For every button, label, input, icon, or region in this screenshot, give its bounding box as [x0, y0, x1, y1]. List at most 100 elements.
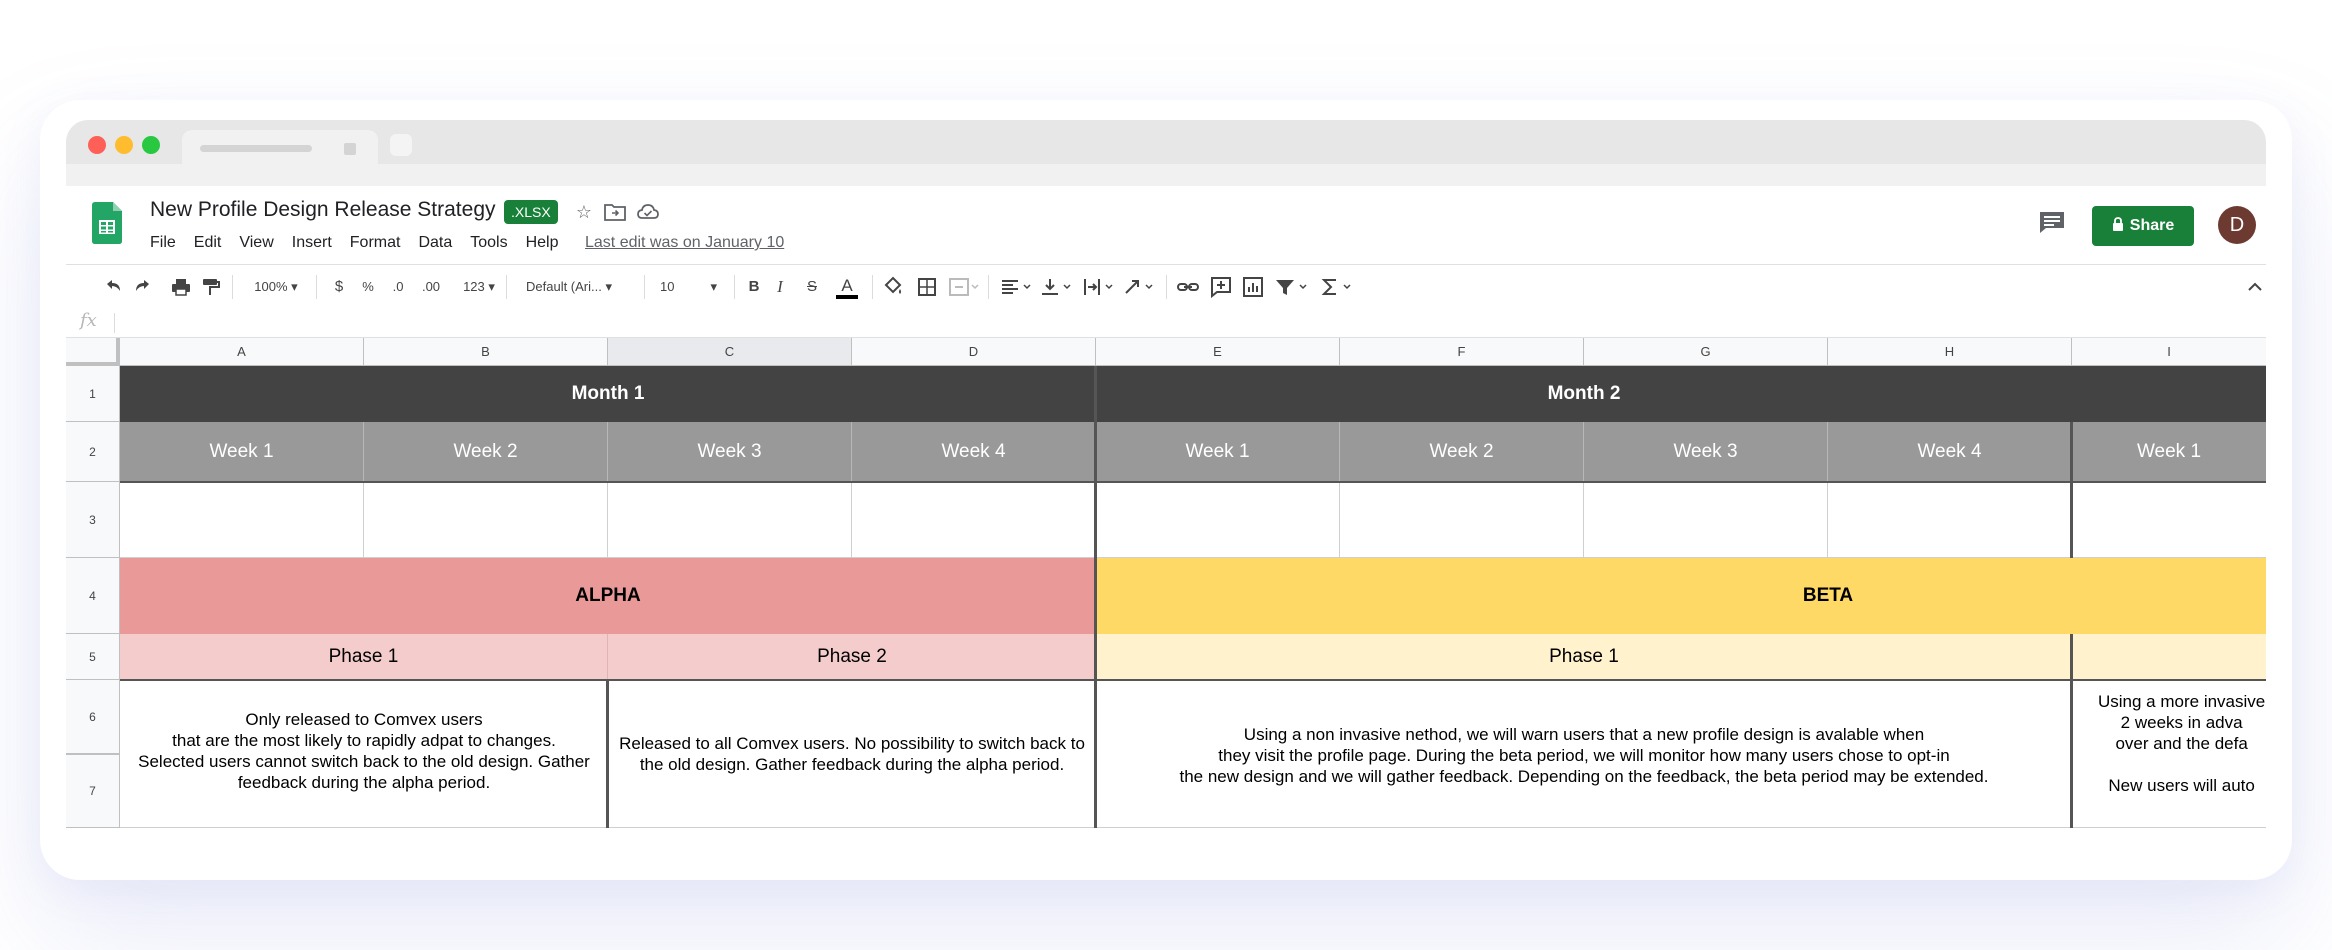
week-cell[interactable]: Week 2: [364, 422, 608, 482]
increase-decimal-button[interactable]: .00: [418, 275, 444, 299]
column-header-d[interactable]: D: [852, 338, 1096, 366]
row-header-7[interactable]: 7: [66, 754, 120, 828]
text-rotation-icon[interactable]: [1122, 275, 1156, 299]
empty-cell[interactable]: [1828, 483, 2072, 558]
month-3-header[interactable]: [2072, 366, 2266, 422]
menu-view[interactable]: View: [239, 234, 273, 252]
italic-button[interactable]: I: [772, 275, 788, 299]
beta-phase-2-cell[interactable]: [2072, 634, 2266, 680]
week-cell[interactable]: Week 4: [1828, 422, 2072, 482]
week-cell[interactable]: Week 2: [1340, 422, 1584, 482]
functions-icon[interactable]: [1320, 275, 1354, 299]
share-button[interactable]: Share: [2092, 206, 2194, 246]
insert-link-icon[interactable]: [1176, 275, 1200, 299]
month-1-header[interactable]: Month 1: [120, 366, 1096, 422]
empty-cell[interactable]: [364, 483, 608, 558]
sheets-logo-icon[interactable]: [92, 202, 122, 244]
column-header-f[interactable]: F: [1340, 338, 1584, 366]
text-color-button[interactable]: A: [836, 275, 858, 299]
empty-cell[interactable]: [1584, 483, 1828, 558]
month-2-header[interactable]: Month 2: [1096, 366, 2072, 422]
strikethrough-button[interactable]: S: [804, 275, 820, 299]
empty-cell[interactable]: [608, 483, 852, 558]
menu-help[interactable]: Help: [526, 234, 559, 252]
comment-history-icon[interactable]: [2038, 210, 2066, 234]
redo-icon[interactable]: [132, 275, 154, 299]
menu-insert[interactable]: Insert: [292, 234, 332, 252]
filter-icon[interactable]: [1274, 275, 1310, 299]
select-all-corner[interactable]: [66, 338, 120, 366]
column-header-g[interactable]: G: [1584, 338, 1828, 366]
menu-edit[interactable]: Edit: [194, 234, 222, 252]
column-header-a[interactable]: A: [120, 338, 364, 366]
close-window-button[interactable]: [88, 136, 106, 154]
menu-tools[interactable]: Tools: [470, 234, 507, 252]
week-cell[interactable]: Week 1: [2072, 422, 2266, 482]
beta-phase-2-description[interactable]: Using a more invasive 2 weeks in adva ov…: [2072, 681, 2266, 828]
beta-stage-cell[interactable]: BETA: [1096, 558, 2266, 634]
week-cell[interactable]: Week 1: [1096, 422, 1340, 482]
collapse-toolbar-icon[interactable]: [2246, 275, 2264, 299]
fill-color-icon[interactable]: [882, 275, 904, 299]
maximize-window-button[interactable]: [142, 136, 160, 154]
row-header-3[interactable]: 3: [66, 482, 120, 558]
week-cell[interactable]: Week 1: [120, 422, 364, 482]
document-title[interactable]: New Profile Design Release Strategy: [150, 198, 496, 222]
currency-format-button[interactable]: $: [332, 275, 346, 299]
empty-cell[interactable]: [1340, 483, 1584, 558]
new-tab-button[interactable]: [390, 134, 412, 156]
alpha-phase-2-description[interactable]: Released to all Comvex users. No possibi…: [608, 681, 1096, 828]
vertical-align-icon[interactable]: [1040, 275, 1074, 299]
undo-icon[interactable]: [102, 275, 124, 299]
empty-cell[interactable]: [852, 483, 1096, 558]
font-family-select[interactable]: Default (Ari... ▾: [526, 275, 636, 299]
week-cell[interactable]: Week 4: [852, 422, 1096, 482]
decrease-decimal-button[interactable]: .0: [388, 275, 408, 299]
empty-cell[interactable]: [2072, 483, 2266, 558]
column-header-i[interactable]: I: [2072, 338, 2266, 366]
row-header-5[interactable]: 5: [66, 634, 120, 680]
column-header-c[interactable]: C: [608, 338, 852, 366]
insert-chart-icon[interactable]: [1242, 275, 1264, 299]
zoom-select[interactable]: 100% ▾: [246, 275, 306, 299]
empty-cell[interactable]: [1096, 483, 1340, 558]
borders-icon[interactable]: [916, 275, 938, 299]
beta-phase-1-description[interactable]: Using a non invasive nethod, we will war…: [1096, 681, 2072, 828]
alpha-phase-2-cell[interactable]: Phase 2: [608, 634, 1096, 680]
last-edit-link[interactable]: Last edit was on January 10: [585, 234, 784, 252]
row-header-6[interactable]: 6: [66, 680, 120, 754]
row-header-2[interactable]: 2: [66, 422, 120, 482]
cloud-status-icon[interactable]: [637, 203, 659, 221]
row-header-1[interactable]: 1: [66, 366, 120, 422]
alpha-phase-1-description[interactable]: Only released to Comvex users that are t…: [120, 681, 608, 828]
menu-data[interactable]: Data: [418, 234, 452, 252]
column-header-e[interactable]: E: [1096, 338, 1340, 366]
empty-cell[interactable]: [120, 483, 364, 558]
more-formats-button[interactable]: 123 ▾: [460, 275, 498, 299]
row-header-4[interactable]: 4: [66, 558, 120, 634]
beta-phase-1-cell[interactable]: Phase 1: [1096, 634, 2072, 680]
column-header-b[interactable]: B: [364, 338, 608, 366]
alpha-phase-1-cell[interactable]: Phase 1: [120, 634, 608, 680]
column-header-h[interactable]: H: [1828, 338, 2072, 366]
paint-format-icon[interactable]: [200, 275, 222, 299]
font-size-select[interactable]: 10 ▾: [660, 275, 726, 299]
insert-comment-icon[interactable]: [1210, 275, 1232, 299]
minimize-window-button[interactable]: [115, 136, 133, 154]
menu-file[interactable]: File: [150, 234, 176, 252]
tab-close-icon[interactable]: [344, 143, 356, 155]
horizontal-align-icon[interactable]: [1000, 275, 1034, 299]
merge-cells-icon[interactable]: [948, 275, 980, 299]
week-cell[interactable]: Week 3: [608, 422, 852, 482]
week-cell[interactable]: Week 3: [1584, 422, 1828, 482]
menu-format[interactable]: Format: [350, 234, 401, 252]
alpha-stage-cell[interactable]: ALPHA: [120, 558, 1096, 634]
browser-tab[interactable]: [182, 130, 378, 166]
user-avatar[interactable]: D: [2218, 206, 2256, 244]
formula-input[interactable]: [122, 313, 2256, 333]
print-icon[interactable]: [170, 275, 192, 299]
move-folder-icon[interactable]: [604, 202, 626, 222]
star-icon[interactable]: ☆: [572, 200, 596, 224]
bold-button[interactable]: B: [746, 275, 762, 299]
percent-format-button[interactable]: %: [360, 275, 376, 299]
